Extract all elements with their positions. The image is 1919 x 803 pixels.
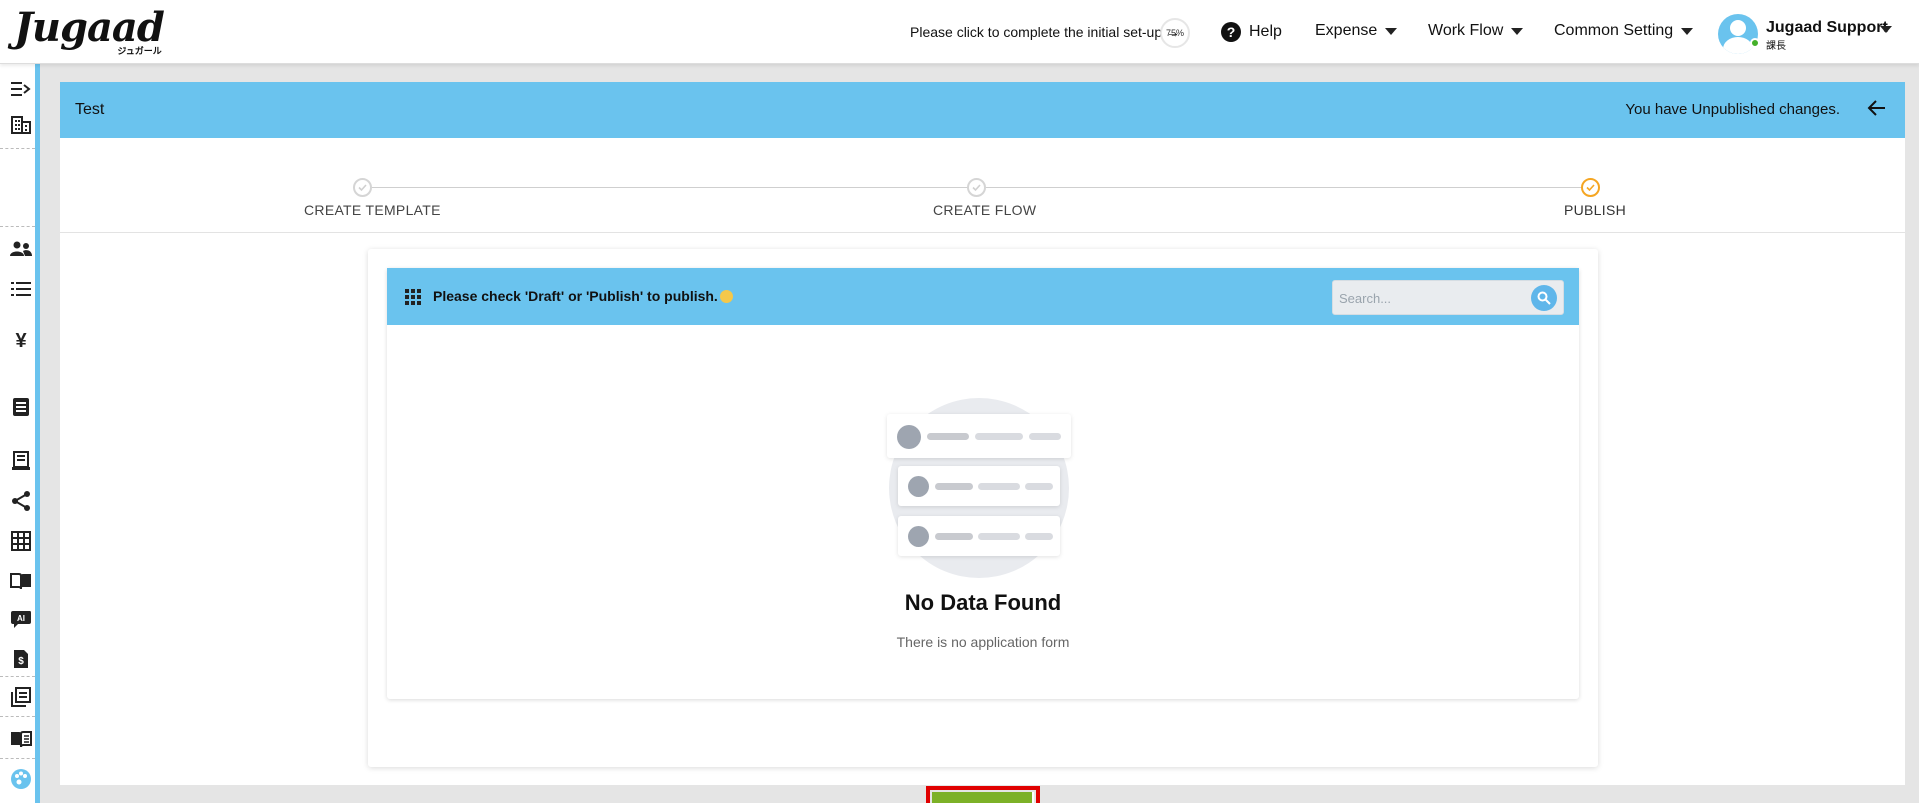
- chevron-down-icon: [1385, 27, 1398, 35]
- publish-panel: Please check 'Draft' or 'Publish' to pub…: [368, 249, 1598, 803]
- step-publish-check-icon[interactable]: [1581, 178, 1600, 197]
- document-icon[interactable]: [9, 396, 33, 418]
- book-icon[interactable]: [9, 570, 33, 592]
- chevron-down-icon: [1511, 27, 1524, 35]
- empty-subtitle: There is no application form: [896, 634, 1070, 650]
- step-create-template-check-icon[interactable]: [353, 178, 372, 197]
- search-input[interactable]: [1339, 289, 1519, 307]
- grid-table-icon[interactable]: [9, 530, 33, 552]
- expense-menu[interactable]: Expense: [1315, 22, 1398, 40]
- list-title: Please check 'Draft' or 'Publish' to pub…: [433, 288, 733, 304]
- palette-icon[interactable]: [9, 768, 33, 790]
- help-icon: ?: [1221, 22, 1241, 42]
- user-name[interactable]: Jugaad Support: [1766, 19, 1888, 37]
- list-title-text: Please check 'Draft' or 'Publish' to pub…: [433, 288, 718, 304]
- collapse-icon[interactable]: [9, 78, 33, 100]
- main-card: Test You have Unpublished changes. CREAT…: [60, 82, 1905, 803]
- common-setting-label: Common Setting: [1554, 22, 1674, 39]
- online-status-dot: [1750, 38, 1760, 48]
- common-setting-menu[interactable]: Common Setting: [1554, 22, 1694, 40]
- manual-icon[interactable]: [9, 728, 33, 750]
- setup-progress[interactable]: 75%: [1160, 18, 1190, 48]
- avatar[interactable]: [1718, 14, 1758, 54]
- svg-text:AI: AI: [17, 614, 25, 623]
- receipt-icon[interactable]: [9, 450, 33, 472]
- page-title: Test: [75, 101, 105, 118]
- back-arrow-icon[interactable]: [1867, 98, 1887, 123]
- form-list: Please check 'Draft' or 'Publish' to pub…: [387, 268, 1579, 699]
- empty-title: No Data Found: [904, 590, 1062, 615]
- expense-label: Expense: [1315, 22, 1378, 39]
- user-menu-chevron-down-icon[interactable]: [1880, 26, 1892, 33]
- smile-emoji-icon: [719, 290, 733, 303]
- user-role: 課長: [1766, 41, 1786, 52]
- grid-icon: [405, 289, 421, 310]
- svg-text:$: $: [18, 656, 24, 667]
- invoice-icon[interactable]: $: [9, 648, 33, 670]
- sidebar: ¥ AI $: [0, 64, 40, 803]
- users-icon[interactable]: [9, 238, 33, 260]
- publish-button[interactable]: Publish: [932, 792, 1034, 803]
- search-box: [1332, 280, 1564, 315]
- list-header: Please check 'Draft' or 'Publish' to pub…: [387, 268, 1579, 325]
- stepper-divider: [60, 232, 1905, 233]
- list-icon[interactable]: [9, 278, 33, 300]
- building-icon[interactable]: [9, 114, 33, 136]
- library-icon[interactable]: [9, 686, 33, 708]
- top-bar: Jugaad ジュガール Please click to complete th…: [0, 0, 1919, 64]
- step-create-template[interactable]: CREATE TEMPLATE: [304, 202, 441, 218]
- step-create-flow-check-icon[interactable]: [967, 178, 986, 197]
- help-label: Help: [1249, 23, 1282, 40]
- workflow-menu[interactable]: Work Flow: [1428, 22, 1524, 40]
- yen-icon[interactable]: ¥: [9, 330, 33, 352]
- search-button[interactable]: [1531, 285, 1557, 311]
- page-header: Test You have Unpublished changes.: [60, 82, 1905, 138]
- jugaad-logo[interactable]: Jugaad ジュガール: [14, 6, 165, 57]
- setup-prompt[interactable]: Please click to complete the initial set…: [910, 24, 1180, 40]
- ai-chat-icon[interactable]: AI: [9, 608, 33, 630]
- logo-subtext: ジュガール: [117, 46, 162, 56]
- empty-state-illustration: [887, 398, 1071, 578]
- share-icon[interactable]: [9, 490, 33, 512]
- search-icon: [1537, 291, 1551, 305]
- publish-highlight: Publish: [926, 786, 1040, 803]
- unpublished-notice: You have Unpublished changes.: [1625, 101, 1840, 118]
- step-publish[interactable]: PUBLISH: [1564, 202, 1626, 218]
- step-create-flow[interactable]: CREATE FLOW: [933, 202, 1036, 218]
- workflow-label: Work Flow: [1428, 22, 1504, 39]
- chevron-down-icon: [1681, 27, 1694, 35]
- help-link[interactable]: ? Help: [1221, 22, 1282, 42]
